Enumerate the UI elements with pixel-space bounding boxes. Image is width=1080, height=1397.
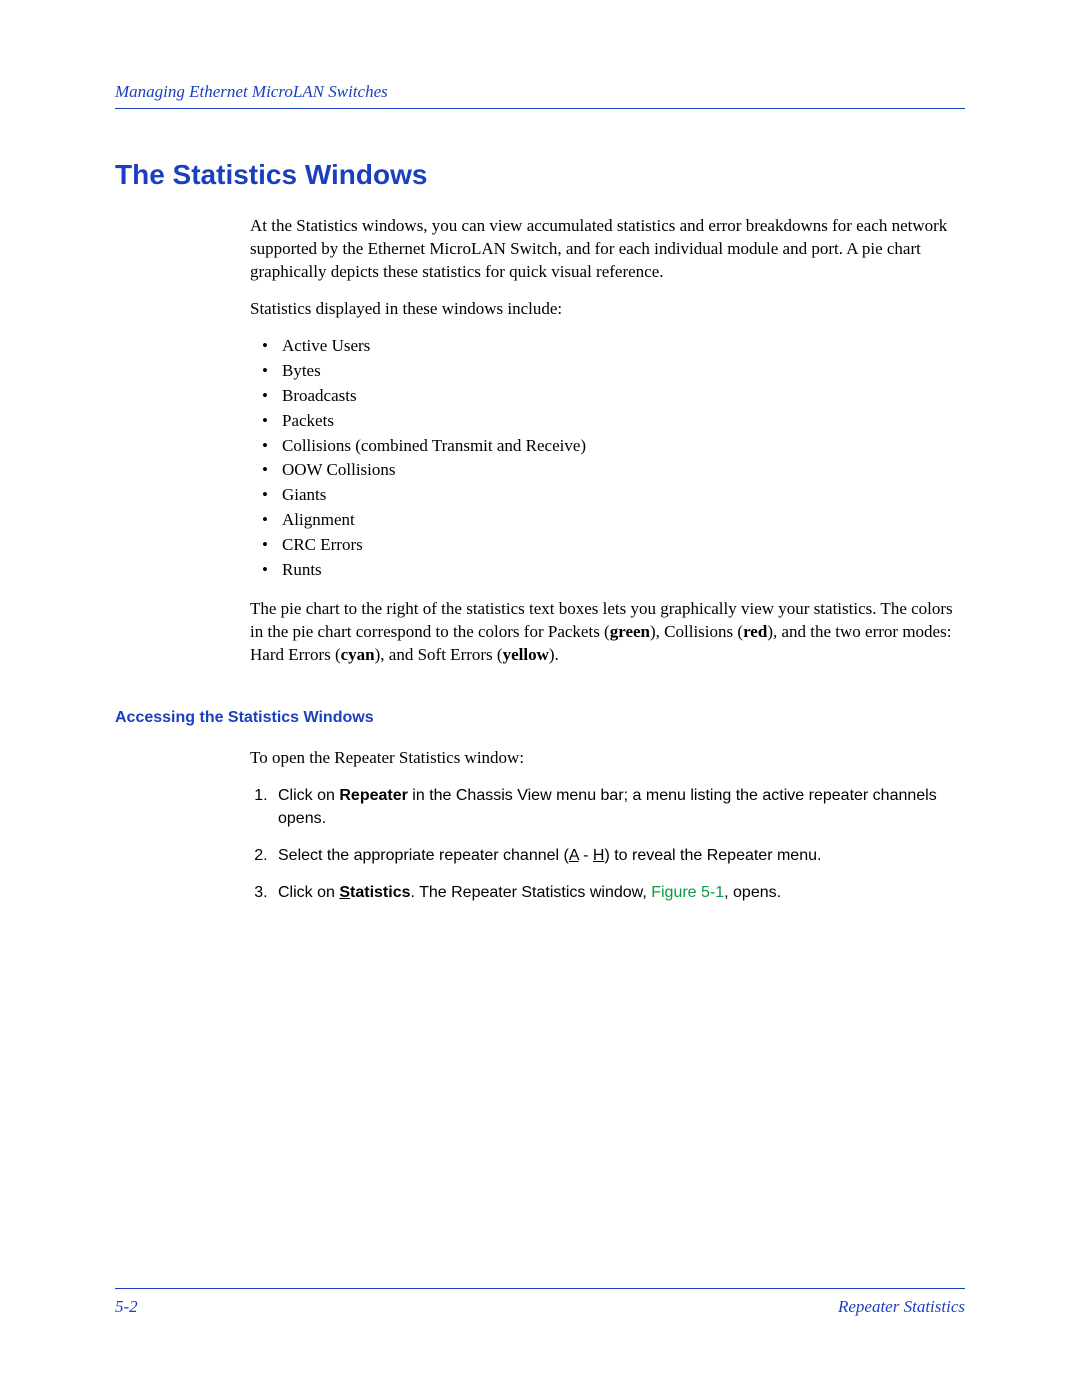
step-1: Click on Repeater in the Chassis View me… <box>272 784 965 830</box>
stats-list: Active Users Bytes Broadcasts Packets Co… <box>250 335 965 582</box>
header-rule <box>115 108 965 109</box>
chapter-name: Repeater Statistics <box>838 1297 965 1317</box>
list-item: Collisions (combined Transmit and Receiv… <box>282 435 965 458</box>
list-item: Giants <box>282 484 965 507</box>
page-footer: 5-2 Repeater Statistics <box>115 1288 965 1317</box>
footer-rule <box>115 1288 965 1289</box>
channel-a: A <box>569 847 579 864</box>
list-item: Alignment <box>282 509 965 532</box>
text: ), and Soft Errors ( <box>375 645 503 664</box>
step-3: Click on Statistics. The Repeater Statis… <box>272 881 965 904</box>
footer-row: 5-2 Repeater Statistics <box>115 1297 965 1317</box>
color-red: red <box>743 622 767 641</box>
running-head: Managing Ethernet MicroLAN Switches <box>115 82 965 102</box>
section-title: The Statistics Windows <box>115 159 965 191</box>
text: . The Repeater Statistics window, <box>411 884 652 901</box>
color-yellow: yellow <box>503 645 549 664</box>
text: , opens. <box>724 884 781 901</box>
list-item: Broadcasts <box>282 385 965 408</box>
text: Click on <box>278 787 339 804</box>
opener: To open the Repeater Statistics window: <box>250 747 965 770</box>
color-green: green <box>610 622 650 641</box>
figure-ref: Figure 5-1 <box>651 884 724 901</box>
page: Managing Ethernet MicroLAN Switches The … <box>0 0 1080 1397</box>
steps-list: Click on Repeater in the Chassis View me… <box>250 784 965 905</box>
step-2: Select the appropriate repeater channel … <box>272 844 965 867</box>
mnemonic-s: S <box>339 884 350 901</box>
list-item: Bytes <box>282 360 965 383</box>
intro-paragraph: At the Statistics windows, you can view … <box>250 215 965 284</box>
channel-h: H <box>593 847 605 864</box>
list-item: Runts <box>282 559 965 582</box>
color-cyan: cyan <box>341 645 375 664</box>
list-item: OOW Collisions <box>282 459 965 482</box>
stats-lead-in: Statistics displayed in these windows in… <box>250 298 965 321</box>
text: ), Collisions ( <box>650 622 743 641</box>
text: tatistics <box>350 884 410 901</box>
list-item: CRC Errors <box>282 534 965 557</box>
subsection-body: To open the Repeater Statistics window: … <box>250 747 965 905</box>
subsection-title: Accessing the Statistics Windows <box>115 709 965 727</box>
page-number: 5-2 <box>115 1297 138 1317</box>
body-column: At the Statistics windows, you can view … <box>250 215 965 667</box>
list-item: Active Users <box>282 335 965 358</box>
pie-chart-paragraph: The pie chart to the right of the statis… <box>250 598 965 667</box>
list-item: Packets <box>282 410 965 433</box>
menu-repeater: Repeater <box>339 787 407 804</box>
text: ) to reveal the Repeater menu. <box>604 847 821 864</box>
text: - <box>579 847 593 864</box>
text: Select the appropriate repeater channel … <box>278 847 569 864</box>
menu-statistics: Statistics <box>339 884 410 901</box>
text: ). <box>549 645 559 664</box>
text: Click on <box>278 884 339 901</box>
